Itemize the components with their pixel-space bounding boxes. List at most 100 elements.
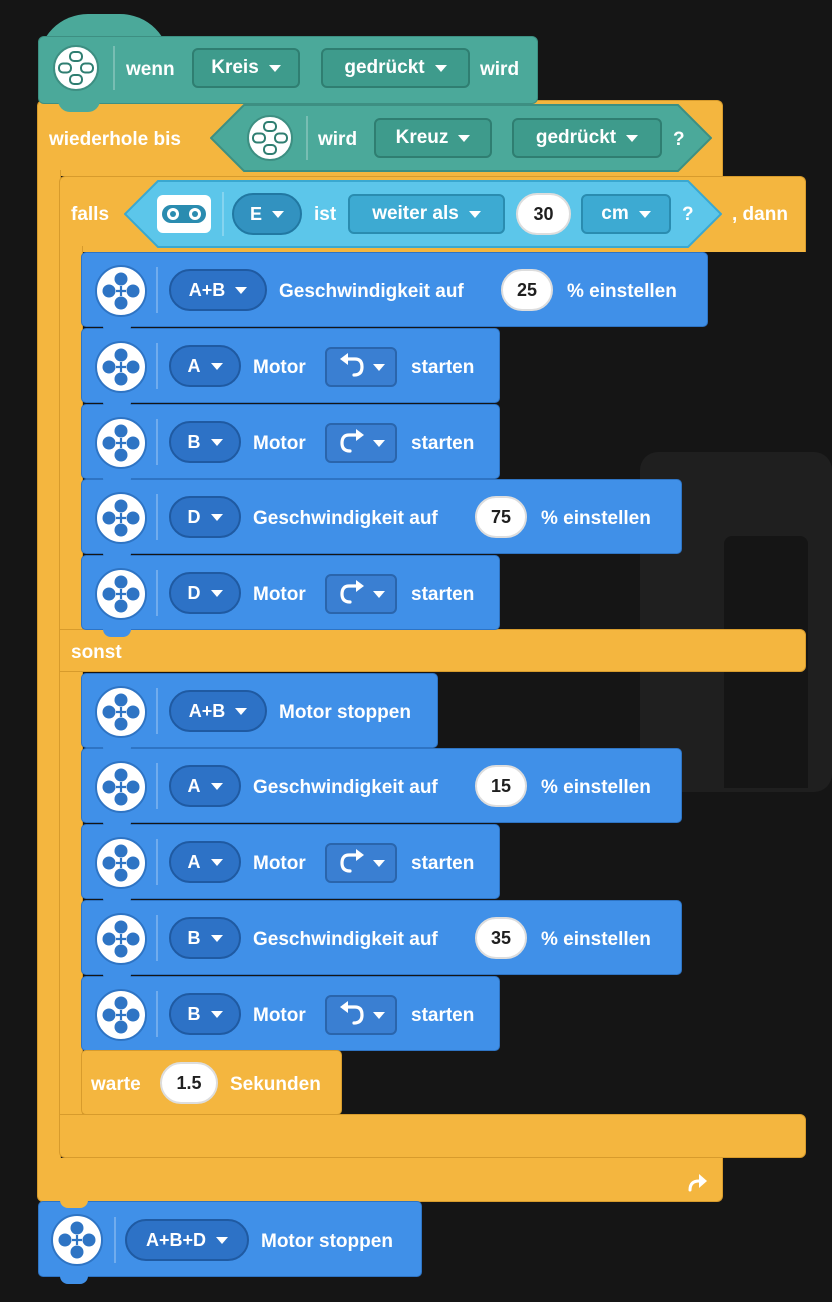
motor-block[interactable]: A+B Geschwindigkeit auf 25 % einstellen (81, 252, 708, 327)
hat-when-label: wenn (126, 59, 175, 80)
motor-block[interactable]: D Geschwindigkeit auf 75 % einstellen (81, 479, 682, 554)
direction-dropdown[interactable] (325, 423, 397, 463)
block-text-suffix: % einstellen (567, 281, 677, 302)
chevron-down-icon (210, 438, 223, 446)
repeat-wird-label: wird (318, 129, 358, 150)
block-tab (103, 326, 131, 334)
motor-icon (95, 989, 147, 1041)
port-dropdown[interactable]: D (169, 496, 241, 538)
motor-icon (95, 761, 147, 813)
if-label: falls (71, 204, 110, 225)
motor-block[interactable]: A+B Motor stoppen (81, 673, 438, 748)
motor-block[interactable]: D Motor starten (81, 555, 500, 630)
speed-input[interactable]: 75 (475, 496, 527, 538)
block-tab (103, 974, 131, 982)
block-tab (103, 822, 131, 830)
port-dropdown[interactable]: B (169, 421, 241, 463)
final-port-dropdown[interactable]: A+B+D (125, 1219, 249, 1261)
block-text-suffix: % einstellen (541, 777, 651, 798)
separator (222, 192, 224, 236)
direction-dropdown[interactable] (325, 843, 397, 883)
separator (156, 419, 158, 465)
hat-state-value: gedrückt (344, 57, 425, 78)
repeat-button-value: Kreuz (395, 127, 449, 148)
hat-state-dropdown[interactable]: gedrückt (321, 48, 470, 88)
motor-block[interactable]: A Motor starten (81, 328, 500, 403)
motor-block[interactable]: A Geschwindigkeit auf 15 % einstellen (81, 748, 682, 823)
comparison-dropdown[interactable]: weiter als (348, 194, 505, 234)
speed-input[interactable]: 25 (501, 269, 553, 311)
port-value: A+B (188, 700, 226, 721)
separator (156, 915, 158, 961)
chevron-down-icon (210, 858, 223, 866)
distance-input[interactable]: 30 (516, 193, 571, 235)
motor-block[interactable]: B Geschwindigkeit auf 35 % einstellen (81, 900, 682, 975)
separator (156, 991, 158, 1037)
loop-arrow-icon (688, 1174, 707, 1192)
block-text-suffix: % einstellen (541, 508, 651, 529)
repeat-arm (37, 170, 61, 1162)
repeat-button-dropdown[interactable]: Kreuz (374, 118, 492, 158)
comparison-value: weiter als (372, 203, 459, 224)
block-text: Geschwindigkeit auf (253, 777, 438, 798)
repeat-state-dropdown[interactable]: gedrückt (512, 118, 662, 158)
hub-buttons-icon (247, 115, 293, 161)
port-value: D (187, 582, 201, 603)
sensor-ist-label: ist (314, 204, 337, 225)
port-dropdown[interactable]: A (169, 345, 241, 387)
unit-dropdown[interactable]: cm (581, 194, 671, 234)
separator (156, 688, 158, 734)
separator (156, 763, 158, 809)
clockwise-arrow-icon (340, 429, 364, 453)
separator (156, 494, 158, 540)
wait-seconds-input[interactable]: 1.5 (160, 1062, 218, 1104)
port-value: A (187, 355, 201, 376)
block-tab (103, 629, 131, 637)
port-dropdown[interactable]: A (169, 841, 241, 883)
chevron-down-icon (268, 64, 281, 72)
chevron-down-icon (210, 362, 223, 370)
chevron-down-icon (626, 134, 639, 142)
separator (156, 839, 158, 885)
chevron-down-icon (373, 439, 385, 447)
block-text-suffix: starten (411, 1005, 475, 1026)
motor-icon (95, 568, 147, 620)
motor-block[interactable]: B Motor starten (81, 976, 500, 1051)
port-dropdown[interactable]: D (169, 572, 241, 614)
port-dropdown[interactable]: A+B (169, 690, 267, 732)
block-text-suffix: starten (411, 357, 475, 378)
distance-sensor-icon (157, 195, 211, 233)
direction-dropdown[interactable] (325, 995, 397, 1035)
block-tab (103, 553, 131, 561)
motor-block[interactable]: B Motor starten (81, 404, 500, 479)
speed-input[interactable]: 35 (475, 917, 527, 959)
block-text-suffix: starten (411, 433, 475, 454)
chevron-down-icon (210, 782, 223, 790)
hub-buttons-icon (53, 45, 99, 91)
direction-dropdown[interactable] (325, 347, 397, 387)
direction-dropdown[interactable] (325, 574, 397, 614)
sensor-port-dropdown[interactable]: E (232, 193, 302, 235)
speed-input[interactable]: 15 (475, 765, 527, 807)
chevron-down-icon (373, 590, 385, 598)
else-label: sonst (71, 642, 122, 663)
motor-icon (95, 492, 147, 544)
block-text: Geschwindigkeit auf (253, 508, 438, 529)
motor-block[interactable]: A Motor starten (81, 824, 500, 899)
port-dropdown[interactable]: A (169, 765, 241, 807)
chevron-down-icon (216, 1236, 229, 1244)
sensor-port-value: E (249, 203, 262, 224)
counterclockwise-arrow-icon (340, 353, 364, 377)
wait-unit-label: Sekunden (230, 1074, 321, 1095)
port-value: D (187, 506, 201, 527)
port-dropdown[interactable]: B (169, 917, 241, 959)
port-dropdown[interactable]: A+B (169, 269, 267, 311)
block-text: Geschwindigkeit auf (253, 929, 438, 950)
repeat-bottom-bar (37, 1158, 723, 1202)
separator (156, 267, 158, 313)
block-tab (60, 1276, 88, 1284)
block-tab (103, 478, 131, 486)
hat-button-dropdown[interactable]: Kreis (192, 48, 300, 88)
port-dropdown[interactable]: B (169, 993, 241, 1035)
block-text: Geschwindigkeit auf (279, 281, 464, 302)
